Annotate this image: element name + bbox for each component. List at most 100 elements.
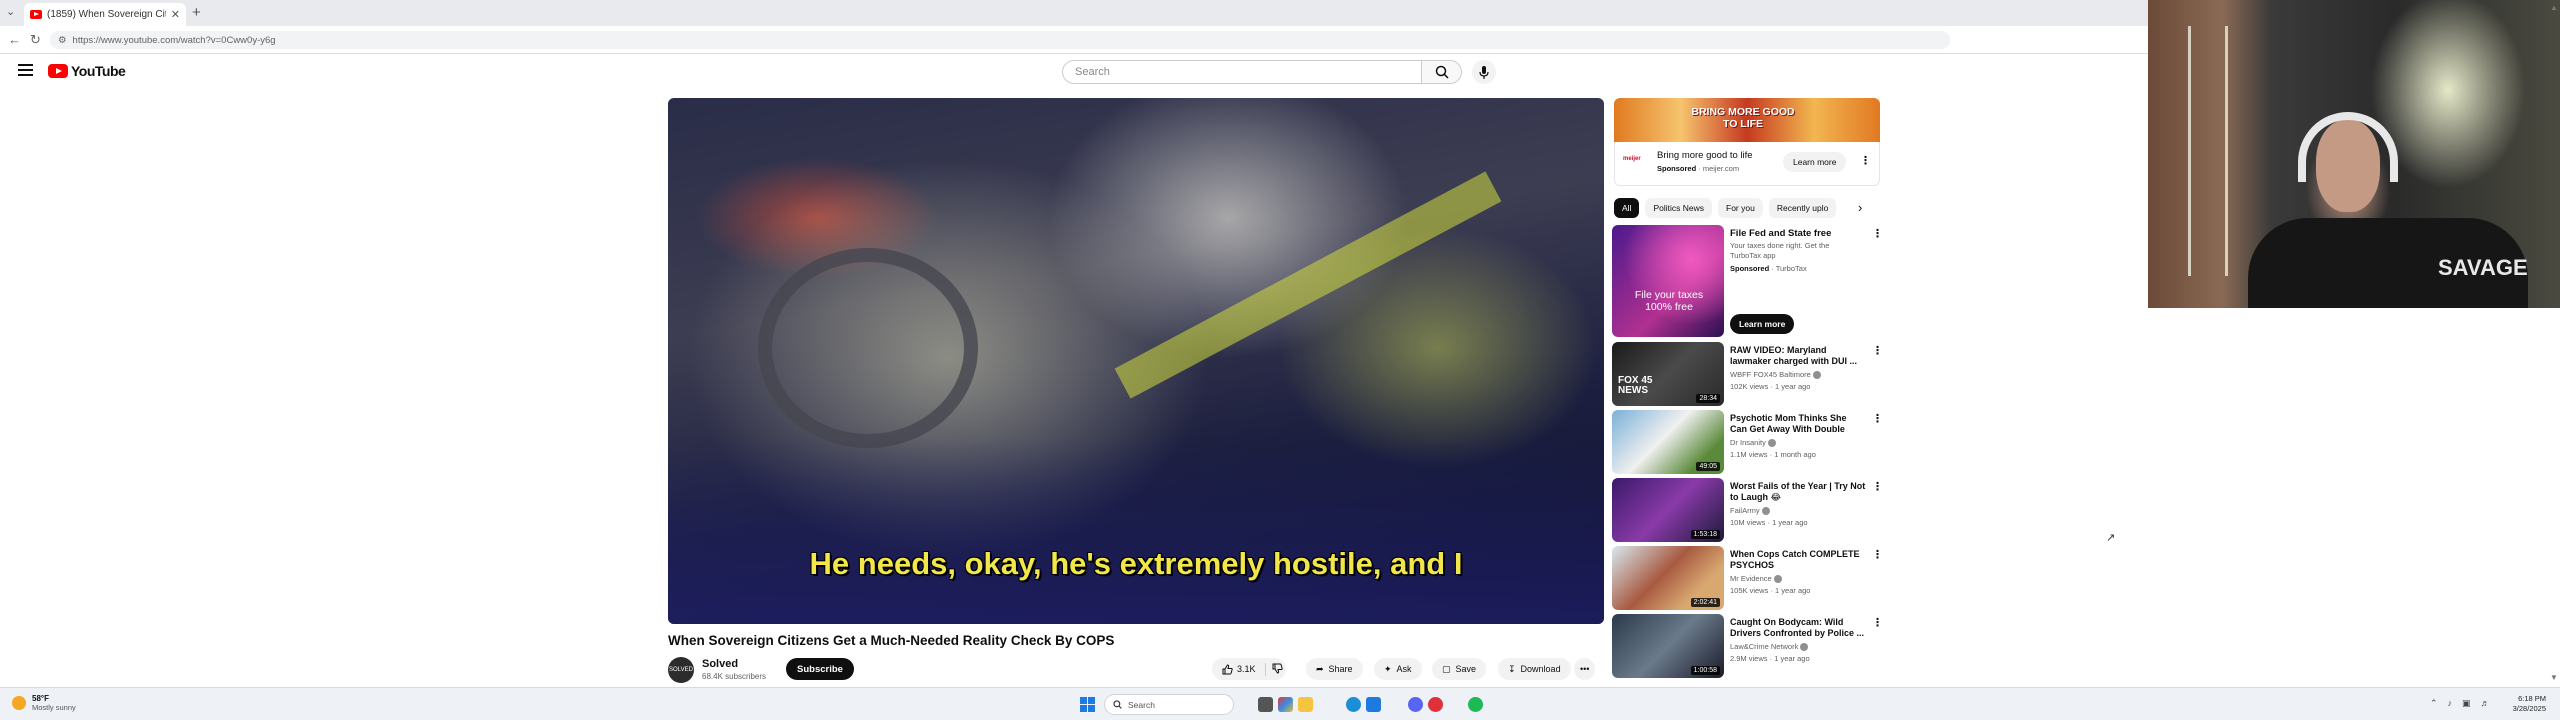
new-tab-icon[interactable]: + [192,4,201,21]
network-icon[interactable]: ▣ [2462,698,2471,709]
outlook-icon[interactable] [1366,697,1381,712]
voice-search-button[interactable] [1472,60,1496,84]
mouse-cursor-icon: ↗ [2106,532,2116,544]
chip-all[interactable]: All [1614,198,1640,218]
chevron-up-icon[interactable]: ⌃ [2430,698,2438,709]
chip-for-you[interactable]: For you [1718,198,1763,218]
recommendation-channel[interactable]: FailArmy [1730,506,1770,516]
save-button[interactable]: ▢ Save [1432,658,1487,680]
sponsored-title[interactable]: File Fed and State free [1730,228,1831,239]
taskbar-search[interactable]: Search [1104,694,1234,715]
chip-recently-uploaded[interactable]: Recently uplo [1768,198,1837,218]
recommendation-thumbnail[interactable]: 1:53:18 [1612,478,1724,542]
close-tab-icon[interactable]: ✕ [171,8,180,21]
download-button[interactable]: ↧ Download [1498,658,1571,680]
recommendation-thumbnail[interactable]: 2:02:41 [1612,546,1724,610]
tab-search-icon[interactable]: ⌄ [6,5,15,18]
sponsored-card[interactable]: File your taxes 100% free File Fed and S… [1612,225,1883,337]
recommendation-thumbnail[interactable]: FOX 45 NEWS 28:34 [1612,342,1724,406]
recommendation-title[interactable]: RAW VIDEO: Maryland lawmaker charged wit… [1730,345,1866,367]
spotify-icon[interactable] [1468,697,1483,712]
back-arrow-icon[interactable]: ← [8,32,21,47]
recommendation-meta: 102K views · 1 year ago [1730,382,1811,391]
ad-text[interactable]: Bring more good to life [1657,150,1753,161]
task-view-icon[interactable] [1258,697,1273,712]
recommendation-channel[interactable]: Mr Evidence [1730,574,1782,584]
advertiser-logo[interactable]: meijer [1623,156,1645,170]
channel-subscriber-count: 68.4K subscribers [702,672,767,681]
recommendation-item[interactable]: FOX 45 NEWS 28:34 RAW VIDEO: Maryland law… [1612,342,1883,406]
recommendation-title[interactable]: Caught On Bodycam: Wild Drivers Confront… [1730,617,1866,639]
browser-tab-active[interactable]: (1859) When Sovereign Citiz ✕ [24,3,186,26]
recommendation-thumbnail[interactable]: 49:05 [1612,410,1724,474]
channel-name[interactable]: Solved [702,658,738,670]
volume-icon[interactable]: ♬ [2481,698,2490,709]
windows-start-icon[interactable] [1080,697,1095,712]
recommendation-channel[interactable]: Dr Insanity [1730,438,1776,448]
like-button[interactable]: 3.1K [1222,663,1256,675]
more-actions-button[interactable]: ••• [1574,658,1596,680]
sponsored-menu-kebab-icon[interactable]: ⋮ [1872,227,1883,240]
recommendation-channel[interactable]: WBFF FOX45 Baltimore [1730,370,1821,380]
recommendation-menu-kebab-icon[interactable]: ⋮ [1872,548,1883,561]
recommendation-thumbnail[interactable]: 1:00:58 [1612,614,1724,678]
recommendation-menu-kebab-icon[interactable]: ⋮ [1872,480,1883,493]
edge-browser-icon[interactable] [1346,697,1361,712]
dislike-button[interactable] [1264,662,1283,676]
app-icon[interactable] [1278,697,1293,712]
ask-button[interactable]: ✦ Ask [1374,658,1422,680]
sponsored-learn-more-button[interactable]: Learn more [1730,314,1795,334]
recommendation-item[interactable]: 1:53:18 Worst Fails of the Year | Try No… [1612,478,1883,542]
recommendation-menu-kebab-icon[interactable]: ⋮ [1872,412,1883,425]
recommendation-channel-name: Dr Insanity [1730,438,1766,447]
search-input[interactable]: Search [1062,60,1422,84]
taskbar-clock[interactable]: 6:18 PM 3/28/2025 [2496,694,2546,714]
download-label: Download [1520,664,1561,674]
youtube-logo[interactable]: YouTube [48,63,126,79]
verified-badge-icon [1767,439,1776,448]
recommendation-age: 1 year ago [1775,586,1811,595]
reload-icon[interactable]: ↻ [30,32,41,48]
recommendation-title[interactable]: Worst Fails of the Year | Try Not to Lau… [1730,481,1866,503]
recommendation-item[interactable]: 1:00:58 Caught On Bodycam: Wild Drivers … [1612,614,1883,678]
scroll-down-arrow-icon[interactable]: ▼ [2550,673,2558,682]
recommendation-item[interactable]: 49:05 Psychotic Mom Thinks She Can Get A… [1612,410,1883,474]
search-button[interactable] [1422,60,1462,84]
menu-hamburger-icon[interactable] [18,64,33,76]
verified-badge-icon [1800,643,1809,652]
discord-icon[interactable] [1408,697,1423,712]
ad-sponsored-line: Sponsored · meijer.com [1657,164,1740,173]
weather-condition: Mostly sunny [32,703,76,712]
address-bar[interactable]: ⚙ https://www.youtube.com/watch?v=0Cww0y… [50,31,1950,49]
recommendation-menu-kebab-icon[interactable]: ⋮ [1872,616,1883,629]
microphone-tray-icon[interactable]: ♪ [2448,698,2453,709]
chevron-right-icon[interactable]: › [1858,200,1862,215]
ad-banner-image[interactable]: BRING MORE GOOD TO LIFE [1614,98,1880,142]
clock-time: 6:18 PM [2518,694,2546,703]
channel-avatar[interactable]: SOLVED [668,657,694,683]
filter-chip-bar: All Politics News For you Recently uplo [1614,198,1837,218]
verified-badge-icon [1773,575,1782,584]
recommendation-title[interactable]: Psychotic Mom Thinks She Can Get Away Wi… [1730,413,1866,435]
save-label: Save [1455,664,1477,674]
recommendation-item[interactable]: 2:02:41 When Cops Catch COMPLETE PSYCHOS… [1612,546,1883,610]
verified-badge-icon [1812,371,1821,380]
ad-menu-kebab-icon[interactable]: ⋮ [1860,154,1871,167]
scroll-up-arrow-icon[interactable]: ▲ [2550,3,2558,12]
subscribe-button[interactable]: Subscribe [786,658,854,680]
recommendation-title[interactable]: When Cops Catch COMPLETE PSYCHOS [1730,549,1866,571]
chrome-icon[interactable] [1428,697,1443,712]
video-frame-seatbelt [1114,171,1502,399]
recommendation-age: 1 year ago [1774,654,1810,663]
site-info-icon[interactable]: ⚙ [58,35,67,46]
share-button[interactable]: ➦ Share [1306,658,1363,680]
video-player[interactable]: He needs, okay, he's extremely hostile, … [668,98,1604,624]
recommendation-views: 1.1M views [1730,450,1768,459]
recommendation-channel[interactable]: Law&Crime Network [1730,642,1809,652]
chip-politics-news[interactable]: Politics News [1645,198,1712,218]
weather-widget[interactable]: 58°F Mostly sunny [12,694,76,712]
file-explorer-icon[interactable] [1298,697,1313,712]
ad-learn-more-button[interactable]: Learn more [1783,152,1847,172]
recommendation-menu-kebab-icon[interactable]: ⋮ [1872,344,1883,357]
sponsored-thumbnail[interactable]: File your taxes 100% free [1612,225,1724,337]
